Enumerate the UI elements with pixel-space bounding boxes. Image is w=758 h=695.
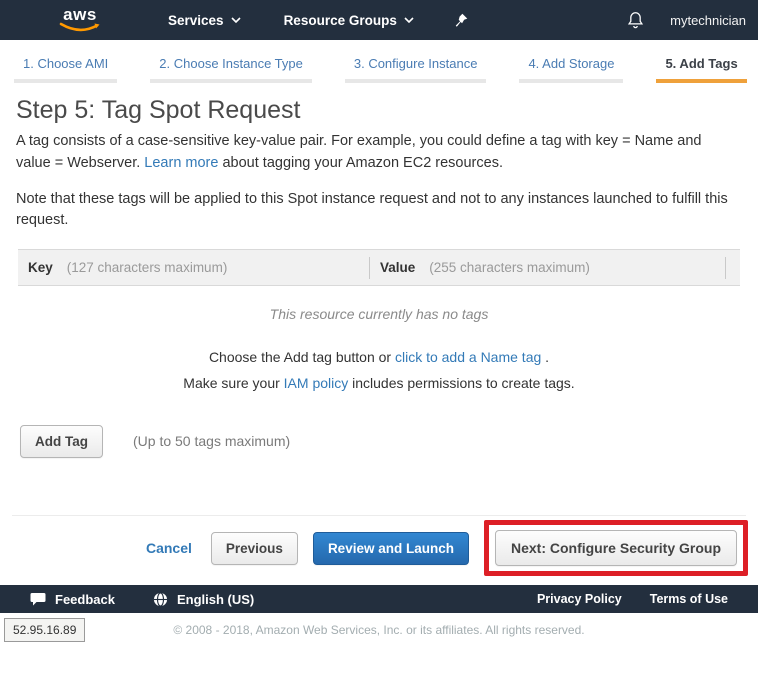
tag-table-header: Key (127 characters maximum) Value (255 … [18, 249, 740, 286]
tab-add-storage[interactable]: 4. Add Storage [519, 56, 623, 83]
tag-table: Key (127 characters maximum) Value (255 … [18, 249, 740, 286]
key-header-hint: (127 characters maximum) [67, 260, 228, 275]
iam-policy-link[interactable]: IAM policy [284, 375, 349, 391]
bell-icon[interactable] [627, 11, 644, 29]
top-navbar: aws Services Resource Groups [0, 0, 758, 40]
footer-bar: Feedback English (US) Privacy Policy Ter… [0, 585, 758, 613]
no-tags-message: This resource currently has no tags [0, 306, 758, 322]
page: aws Services Resource Groups [0, 0, 758, 695]
tab-add-tags[interactable]: 5. Add Tags [656, 56, 746, 83]
key-column-header: Key (127 characters maximum) [18, 257, 370, 279]
cancel-link[interactable]: Cancel [146, 540, 192, 556]
value-header-hint: (255 characters maximum) [429, 260, 590, 275]
add-tag-row: Add Tag (Up to 50 tags maximum) [20, 425, 758, 458]
content-spacer [0, 458, 758, 516]
pin-icon[interactable] [454, 13, 468, 28]
intro-text-after: about tagging your Amazon EC2 resources. [222, 155, 503, 171]
navbar-right: mytechnician [627, 11, 748, 29]
choose-period: . [545, 349, 549, 365]
aws-logo-text: aws [63, 7, 97, 22]
aws-logo[interactable]: aws [58, 7, 102, 33]
aws-smile-icon [58, 22, 102, 33]
page-title: Step 5: Tag Spot Request [16, 96, 742, 125]
max-tags-hint: (Up to 50 tags maximum) [133, 433, 290, 449]
language-label: English (US) [177, 592, 254, 607]
iam-text-after: includes permissions to create tags. [352, 375, 575, 391]
value-header-label: Value [380, 260, 415, 275]
value-column-header: Value (255 characters maximum) [370, 257, 726, 279]
speech-bubble-icon [30, 592, 46, 607]
account-menu[interactable]: mytechnician [670, 13, 748, 28]
nav-services[interactable]: Services [168, 13, 241, 28]
iam-text-before: Make sure your [183, 375, 279, 391]
nav-resource-groups[interactable]: Resource Groups [284, 13, 414, 28]
browser-status-bubble: 52.95.16.89 [4, 618, 85, 642]
add-name-tag-line: Choose the Add tag button or click to ad… [0, 346, 758, 368]
intro-paragraph: A tag consists of a case-sensitive key-v… [16, 131, 738, 175]
wizard-tabs: 1. Choose AMI 2. Choose Instance Type 3.… [0, 40, 758, 83]
key-header-label: Key [28, 260, 53, 275]
tab-choose-ami[interactable]: 1. Choose AMI [14, 56, 117, 83]
terms-of-use-link[interactable]: Terms of Use [650, 592, 728, 606]
chevron-down-icon [404, 17, 414, 23]
note-paragraph: Note that these tags will be applied to … [16, 189, 738, 233]
add-tag-button[interactable]: Add Tag [20, 425, 103, 458]
copyright-text: © 2008 - 2018, Amazon Web Services, Inc.… [0, 623, 758, 637]
feedback-button[interactable]: Feedback [30, 592, 115, 607]
review-and-launch-button[interactable]: Review and Launch [313, 532, 469, 565]
feedback-label: Feedback [55, 592, 115, 607]
choose-text: Choose the Add tag button or [209, 349, 391, 365]
actions-separator [12, 515, 746, 516]
tab-configure-instance[interactable]: 3. Configure Instance [345, 56, 487, 83]
previous-button[interactable]: Previous [211, 532, 298, 565]
chevron-down-icon [231, 17, 241, 23]
tab-choose-instance-type[interactable]: 2. Choose Instance Type [150, 56, 312, 83]
add-name-tag-link[interactable]: click to add a Name tag [395, 349, 541, 365]
privacy-policy-link[interactable]: Privacy Policy [537, 592, 622, 606]
footer-links: Privacy Policy Terms of Use [537, 592, 728, 606]
nav-services-label: Services [168, 13, 224, 28]
learn-more-link[interactable]: Learn more [144, 155, 218, 171]
wizard-actions: Cancel Previous Review and Launch Next: … [0, 520, 758, 576]
red-highlight-annotation: Next: Configure Security Group [484, 520, 748, 576]
nav-resource-groups-label: Resource Groups [284, 13, 397, 28]
globe-icon [153, 592, 168, 607]
bottom-strip: © 2008 - 2018, Amazon Web Services, Inc.… [0, 613, 758, 695]
iam-policy-line: Make sure your IAM policy includes permi… [0, 372, 758, 394]
next-configure-security-group-button[interactable]: Next: Configure Security Group [495, 530, 737, 566]
language-button[interactable]: English (US) [153, 592, 254, 607]
